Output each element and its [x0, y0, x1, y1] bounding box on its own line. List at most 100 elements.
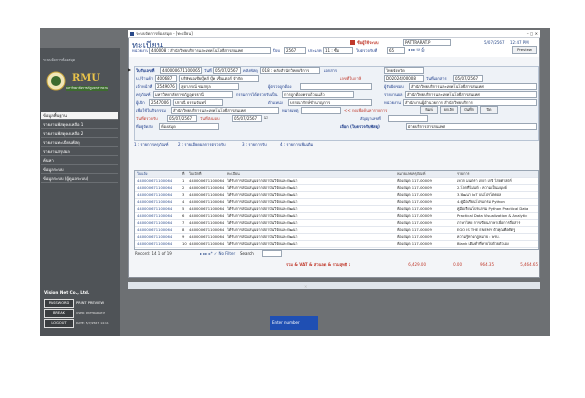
table-cell: 440000671100064	[189, 200, 225, 204]
cancel-button[interactable]: ยกเลิก	[440, 106, 458, 114]
approver-code[interactable]: 2547006	[149, 99, 171, 106]
table-cell: 440000671100064	[189, 179, 225, 183]
totals-discount: 964.35	[480, 262, 494, 267]
date-label: วันที่	[204, 68, 212, 73]
table-cell: Practical Data Visualization & Analytic	[457, 214, 528, 218]
position-label: ตำแหน่ง	[268, 100, 283, 105]
record-field[interactable]: 65	[387, 47, 405, 54]
note-field[interactable]	[301, 107, 341, 114]
col-header-5: รายการ	[457, 172, 470, 176]
table-cell: 3	[182, 193, 185, 197]
table-cell: ห้องสมุด 117-00009	[397, 235, 432, 239]
tab-inspection[interactable]: 2 : รายเอียดผลการตรวจรับ	[178, 142, 240, 148]
sidebar-item-summary[interactable]: รายงานสรุปผล	[41, 148, 118, 156]
vendor-name[interactable]: บริษัทเอเชียบุ๊คส์ บุ๊ค เซ็นเตอร์ จำกัด	[179, 75, 259, 82]
report-field[interactable]: สำนักวิทยบริการและเทคโนโลยีสารสนเทศ	[405, 91, 537, 98]
record-nav-buttons[interactable]: ◂ ▸▸ ⛁ ⎙	[408, 47, 468, 53]
confirm-checkbox[interactable]: ☑	[264, 115, 268, 121]
col-header-0: ใบแจ้ง	[137, 172, 148, 176]
doc-date-label: วันที่เอกสาร	[426, 76, 447, 81]
sidebar-item-search[interactable]: ค้นหา	[41, 157, 118, 165]
table-row[interactable]: 440000671100064 4 440000671100064 ได้รับการ…	[135, 199, 538, 206]
type-label: ประเภท	[308, 48, 322, 53]
sidebar-item-system[interactable]: ข้อมูลระบบ	[41, 166, 118, 174]
address-field[interactable]: ห้องสมุด	[159, 123, 219, 130]
user-badge-label: ชื่อผู้ใช้ระบบ	[357, 40, 379, 45]
sidebar-item-report-1[interactable]: รายงานพัสดุคงเหลือ 1	[41, 121, 118, 129]
recv-date-field[interactable]: 05/07/2567	[167, 115, 197, 122]
close-button[interactable]: ปิด	[480, 106, 498, 114]
tab-extra[interactable]: 4 : รายการเพิ่มเติม	[280, 142, 328, 148]
table-row[interactable]: 440000671100064 1 440000671100064 ได้รับการ…	[135, 178, 538, 185]
select-field[interactable]: ฝ่ายบริการสารสนเทศ	[406, 123, 537, 130]
reference-field[interactable]: D02024/00008	[384, 75, 424, 82]
table-row[interactable]: 440000671100064 8 440000671100064 ได้รับการ…	[135, 227, 538, 234]
purpose-field[interactable]: สำนักวิทยบริการและเทคโนโลยีสารสนเทศ	[171, 107, 279, 114]
table-cell: ห้องสมุด 117-00009	[397, 193, 432, 197]
year-field[interactable]: 2567	[284, 47, 306, 54]
delivery-field[interactable]: 05/07/2567	[232, 115, 262, 122]
password-button[interactable]: PASSWORD	[44, 299, 74, 308]
table-row[interactable]: 440000671100064 7 440000671100064 ได้รับการ…	[135, 220, 538, 227]
save-button[interactable]: บันทึก	[460, 106, 478, 114]
table-cell: ได้รับการสนับสนุนจากสถาบันวิจัยและพัฒนา	[227, 179, 298, 183]
unit-field[interactable]: สำนักงานผู้อำนวยการ สำนักวิทยบริการ	[403, 99, 537, 106]
table-cell: 10	[182, 242, 187, 246]
table-search-input[interactable]	[262, 250, 282, 257]
table-cell: 6	[182, 214, 185, 218]
svg-text:RMU: RMU	[72, 73, 100, 84]
position-field[interactable]: บรรณารักษ์ชำนาญการ	[288, 99, 372, 106]
type-select[interactable]: 11 : ซื้อ	[323, 47, 353, 54]
vendor-code[interactable]: 400687	[155, 75, 177, 82]
warehouse-select[interactable]: 018 : คลังสำนักวิทยบริการ	[260, 67, 320, 74]
officer-code[interactable]: 2549076	[155, 83, 177, 90]
sidebar-item-basic[interactable]: ข้อมูลพื้นฐาน	[41, 112, 118, 120]
search-label: Search	[240, 251, 254, 256]
receipt-field[interactable]: 440000671100065	[160, 67, 202, 74]
preview-button[interactable]: Preview	[512, 46, 537, 54]
table-row[interactable]: 440000671100064 10 440000671100064 ได้รับกา…	[135, 241, 538, 248]
tab-received[interactable]: 3 : รายการรับ	[242, 142, 278, 148]
table-row[interactable]: 440000671100064 3 440000671100064 ได้รับการ…	[135, 192, 538, 199]
table-cell: Blank เติมคำที่หายไปด้วยตัวเอง	[457, 242, 509, 246]
table-cell: 440000671100064	[137, 186, 173, 190]
agency-select[interactable]: 440008 : สำนักวิทยบริการและเทคโนโลยีสารส…	[149, 47, 271, 54]
contract-no-field[interactable]	[388, 115, 428, 122]
tab-assets[interactable]: 1 : รายการครุภัณฑ์	[134, 142, 176, 148]
logout-button[interactable]: LOGOUT	[44, 319, 74, 328]
budget-select[interactable]: มหาวิทยาลัยราชภัฏอุดรธานี	[153, 91, 233, 98]
sidebar-item-report-2[interactable]: รายงานพัสดุคงเหลือ 2	[41, 130, 118, 138]
contract-no-label: สัญญาเลขที่	[360, 116, 381, 121]
date-field[interactable]: 05/07/2567	[213, 67, 241, 74]
doc-date-field[interactable]: 05/07/2567	[453, 75, 483, 82]
nav-arrows[interactable]: ▸ ▸▸ ▸* ✓ No Filter	[200, 251, 240, 257]
approver-name[interactable]: ปราณี ธรรมจันทร์	[173, 99, 223, 106]
col-header-3: ทะเบียน	[227, 172, 240, 176]
sidebar-item-register[interactable]: รายงานทะเบียนพัสดุ	[41, 139, 118, 147]
record-navigator[interactable]: Record: 14 1 of 19	[135, 251, 195, 257]
table-row[interactable]: 440000671100064 5 440000671100064 ได้รับการ…	[135, 206, 538, 213]
purchase-label: กรรมการได้ตรวจรับเป็น	[236, 92, 278, 97]
officer-name[interactable]: สุดาภรณ์ ชมสกุล	[179, 83, 239, 90]
table-row[interactable]: 440000671100064 6 440000671100064 ได้รับการ…	[135, 213, 538, 220]
purchase-select[interactable]: การถูกต้องครบถ้วนแล้ว	[282, 91, 354, 98]
inspector-field[interactable]	[300, 83, 372, 90]
sidebar-item-admin[interactable]: ข้อมูลระบบ (ผู้ดูแลระบบ)	[41, 175, 118, 183]
table-cell: ห้องสมุด 117-00009	[397, 242, 432, 246]
table-cell: ห้องสมุด 117-00009	[397, 200, 432, 204]
window-controls[interactable]: – ◻ ✕	[508, 31, 538, 37]
address-label: ที่อยู่จัดส่ง	[136, 124, 153, 129]
table-row[interactable]: 440000671100064 9 440000671100064 ได้รับการ…	[135, 234, 538, 241]
table-cell: 2	[182, 186, 185, 190]
officer-label: เจ้าหน้าที่	[136, 84, 153, 89]
responsible-field[interactable]: สำนักวิทยบริการและเทคโนโลยีสารสนเทศ	[409, 83, 537, 90]
budget-label: ครุภัณฑ์	[136, 92, 151, 97]
table-row[interactable]: 440000671100064 2 440000671100064 ได้รับการ…	[135, 185, 538, 192]
print-button[interactable]: พิมพ์	[420, 106, 438, 114]
search-items-link[interactable]: << กดเพื่อค้นหารายการ	[344, 108, 418, 114]
table-cell: ได้รับการสนับสนุนจากสถาบันวิจัยและพัฒนา	[227, 235, 298, 239]
table-cell: 440000671100064	[137, 235, 173, 239]
break-button[interactable]: BREAK	[44, 309, 74, 318]
status-select[interactable]: ไทยจังหวัด	[384, 67, 424, 74]
popup-close-icon[interactable]: ✕	[304, 284, 310, 290]
